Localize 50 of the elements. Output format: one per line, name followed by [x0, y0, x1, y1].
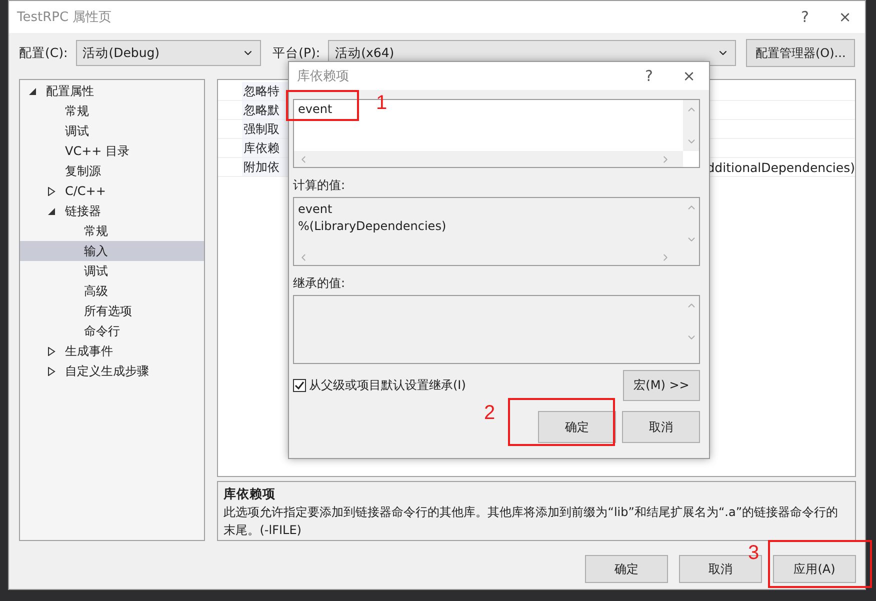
inherit-checkbox[interactable]: [293, 379, 306, 392]
property-value[interactable]: dditionalDependencies): [706, 160, 855, 174]
tree-item[interactable]: 调试: [20, 121, 204, 141]
tree-item[interactable]: 命令行: [20, 321, 204, 341]
tree-item[interactable]: 自定义生成步骤: [20, 361, 204, 381]
computed-label: 计算的值:: [293, 178, 346, 193]
step-number: 2: [484, 402, 496, 425]
close-button[interactable]: ×: [825, 3, 865, 31]
tree-item[interactable]: 所有选项: [20, 301, 204, 321]
tree-item[interactable]: 配置属性: [20, 81, 204, 101]
property-name[interactable]: 库依赖: [242, 139, 286, 157]
platform-label: 平台(P):: [272, 44, 320, 62]
tree-item[interactable]: 高级: [20, 281, 204, 301]
expanded-triangle-icon[interactable]: [47, 206, 56, 216]
collapsed-triangle-icon[interactable]: [47, 346, 56, 356]
tree-item[interactable]: 常规: [20, 221, 204, 241]
window-title: TestRPC 属性页: [17, 9, 113, 26]
inherited-label: 继承的值:: [293, 276, 346, 291]
collapsed-triangle-icon[interactable]: [47, 186, 56, 196]
description-title: 库依赖项: [224, 486, 277, 503]
dialog-button[interactable]: 确定: [585, 555, 668, 583]
property-name[interactable]: 附加依: [242, 158, 286, 176]
computed-value: event: [298, 201, 334, 218]
tree-item[interactable]: 常规: [20, 101, 204, 121]
property-name[interactable]: 强制取: [242, 120, 286, 138]
dialog-title: 库依赖项: [297, 68, 350, 85]
expanded-triangle-icon[interactable]: [28, 86, 37, 96]
tree-item[interactable]: C/C++: [20, 181, 204, 201]
step-number: 1: [376, 92, 388, 115]
tree-item[interactable]: 复制源: [20, 161, 204, 181]
tree-item[interactable]: 生成事件: [20, 341, 204, 361]
dialog-button[interactable]: 应用(A): [773, 555, 856, 583]
config-label: 配置(C):: [19, 44, 68, 62]
dialog-button[interactable]: 取消: [622, 411, 700, 443]
tree-item[interactable]: 输入: [20, 241, 204, 261]
config-manager-button[interactable]: 配置管理器(O)...: [746, 39, 855, 67]
description-text: 此选项允许指定要添加到链接器命令行的其他库。其他库将添加到前缀为“lib”和结尾扩展名为“.a”的链接器命令行的末尾。(-lFILE): [224, 504, 840, 539]
property-name[interactable]: 忽略特: [242, 82, 286, 100]
macro-button[interactable]: 宏(M) >>: [623, 370, 700, 401]
config-dropdown[interactable]: 活动(Debug): [76, 40, 261, 66]
property-name[interactable]: 忽略默: [242, 101, 286, 119]
input-field[interactable]: event: [294, 102, 342, 116]
tree-item[interactable]: 链接器: [20, 201, 204, 221]
dialog-button[interactable]: 确定: [538, 411, 616, 443]
tree-item[interactable]: 调试: [20, 261, 204, 281]
computed-value: %(LibraryDependencies): [298, 218, 448, 235]
inherit-label: 从父级或项目默认设置继承(I): [309, 377, 466, 394]
collapsed-triangle-icon[interactable]: [47, 366, 56, 376]
help-button[interactable]: ?: [785, 3, 825, 31]
tree-item[interactable]: VC++ 目录: [20, 141, 204, 161]
